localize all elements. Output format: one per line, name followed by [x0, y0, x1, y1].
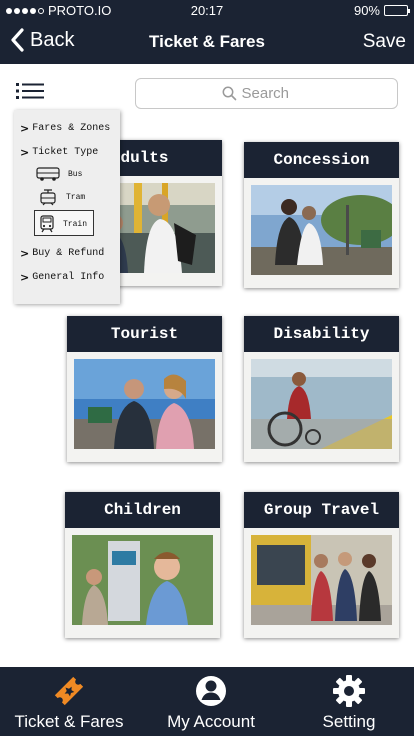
search-input[interactable] [241, 85, 312, 102]
menu-item-label: Fares & Zones [32, 123, 111, 134]
ticket-card-disability[interactable]: Disability [244, 316, 399, 462]
card-title: Children [65, 492, 220, 528]
submenu-row-train: Train [39, 215, 87, 233]
gear-icon [333, 675, 365, 707]
card-photo-group-travel [251, 535, 392, 625]
menu-item-fares-zones[interactable]: > Fares & Zones [20, 122, 110, 135]
side-menu: > Fares & Zones > Ticket Type Bus Tram T… [14, 110, 120, 304]
navigation-bar: Back Ticket & Fares Save [0, 20, 414, 64]
tram-icon [40, 189, 56, 206]
battery-percent: 90% [353, 3, 380, 18]
menu-item-label: Ticket Type [32, 147, 99, 158]
card-title: Concession [244, 142, 399, 178]
menu-item-ticket-type[interactable]: > Ticket Type [20, 146, 98, 159]
submenu-label: Train [63, 219, 88, 229]
tab-setting[interactable]: Setting [280, 667, 414, 736]
search-icon [222, 86, 236, 101]
menu-item-label: General Info [32, 272, 105, 283]
back-button[interactable]: Back [10, 28, 74, 52]
menu-item-buy-refund[interactable]: > Buy & Refund [20, 247, 104, 260]
account-icon [196, 676, 226, 706]
submenu-label: Bus [68, 169, 83, 179]
card-title: Disability [244, 316, 399, 352]
submenu-item-bus[interactable]: Bus [36, 167, 82, 181]
card-title: Group Travel [244, 492, 399, 528]
chevron-right-icon: > [20, 122, 30, 135]
save-button[interactable]: Save [363, 31, 406, 53]
tab-label: My Account [167, 712, 255, 731]
submenu-item-tram[interactable]: Tram [38, 188, 85, 206]
ticket-card-children[interactable]: Children [65, 492, 220, 638]
tab-label: Ticket & Fares [14, 712, 124, 731]
chevron-right-icon: > [20, 146, 30, 159]
chevron-left-icon [11, 28, 24, 52]
card-photo-concession [251, 185, 392, 275]
menu-item-general-info[interactable]: > General Info [20, 271, 104, 284]
menu-button[interactable] [16, 82, 44, 100]
status-time: 20:17 [190, 3, 224, 18]
app-screen: PROTO.IO 20:17 90% Back Ticket & Fares S… [0, 0, 414, 736]
battery-indicator: 90% [353, 3, 410, 18]
search-bar[interactable] [135, 78, 398, 109]
tab-label: Setting [322, 712, 376, 731]
chevron-right-icon: > [20, 247, 30, 260]
card-photo-tourist [74, 359, 215, 449]
back-label: Back [30, 28, 75, 51]
menu-item-label: Buy & Refund [32, 248, 105, 259]
list-menu-icon [16, 83, 44, 99]
ticket-card-tourist[interactable]: Tourist [67, 316, 222, 462]
card-photo-children [72, 535, 213, 625]
submenu-label: Tram [66, 192, 86, 202]
battery-icon [384, 5, 410, 16]
train-icon [40, 215, 54, 233]
ticket-card-concession[interactable]: Concession [244, 142, 399, 288]
card-photo-disability [251, 359, 392, 449]
tab-my-account[interactable]: My Account [142, 667, 280, 736]
card-title: Tourist [67, 316, 222, 352]
chevron-right-icon: > [20, 271, 30, 284]
submenu-item-train[interactable]: Train [34, 210, 94, 236]
tab-ticket-fares[interactable]: Ticket & Fares [0, 667, 138, 736]
ticket-card-group-travel[interactable]: Group Travel [244, 492, 399, 638]
tab-bar: Ticket & Fares My Account Setting [0, 667, 414, 736]
status-bar: PROTO.IO 20:17 90% [0, 0, 414, 20]
ticket-icon [54, 676, 84, 706]
bus-icon [36, 167, 60, 181]
